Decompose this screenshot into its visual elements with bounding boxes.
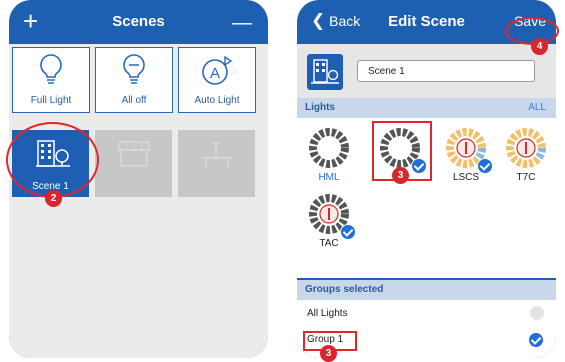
group-row-all-lights[interactable]: All Lights [297,300,556,327]
groups-header-label: Groups selected [305,284,384,295]
highlight-oval [6,122,99,198]
light-label: LSCS [452,172,480,183]
remove-scene-button[interactable]: — [232,10,252,36]
checkmark-icon [528,332,544,348]
lightbulb-off-icon [96,53,172,89]
all-off-tile[interactable]: All off [95,47,173,113]
scene-2-tile[interactable] [95,130,172,197]
light-tac[interactable]: TAC [303,192,356,254]
step-badge: 3 [320,345,337,362]
light-t7c[interactable]: T7C [500,126,552,188]
light-lscs[interactable]: LSCS [440,126,493,188]
select-all-button[interactable]: ALL [528,102,546,113]
step-badge: 3 [392,167,409,184]
svg-text:A: A [210,65,220,82]
auto-light-tile[interactable]: A Auto Light [178,47,256,113]
tile-label: Auto Light [194,95,240,106]
unchecked-icon [530,306,544,320]
groups-section-header: Groups selected [297,280,556,300]
scenes-header: + Scenes — [9,0,268,44]
building-tree-icon[interactable] [307,54,343,90]
lights-header-label: Lights [305,102,335,113]
light-label: TAC [319,238,339,249]
desk-icon [200,140,234,173]
full-light-tile[interactable]: Full Light [12,47,90,113]
tile-label: All off [121,95,147,106]
group-label: All Lights [307,308,348,319]
scene-name-input[interactable]: Scene 1 [357,60,535,82]
scene-3-tile[interactable] [178,130,255,197]
step-badge: 4 [531,38,548,55]
color-ring-icon [506,128,546,168]
light-label: T7C [516,172,536,183]
page-title: Scenes [112,13,165,30]
lights-section-header: Lights ALL [297,98,556,118]
step-badge: 2 [45,190,62,207]
auto-light-icon: A [179,53,255,89]
light-label: HML [318,172,340,183]
scene-name-row: Scene 1 [297,44,556,98]
tile-label: Full Light [30,95,72,106]
light-hml[interactable]: HML [303,126,355,188]
storefront-icon [117,140,151,173]
light-ring-icon [309,128,349,168]
lightbulb-icon [13,53,89,89]
